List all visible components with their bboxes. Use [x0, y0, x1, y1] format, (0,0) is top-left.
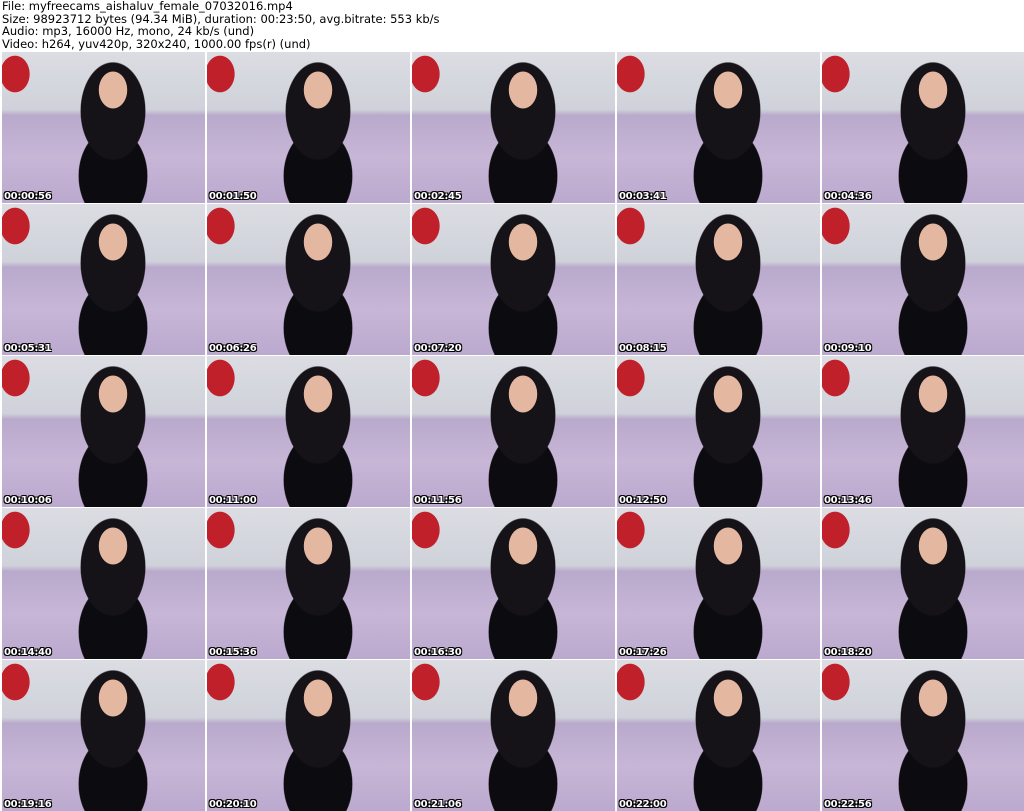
thumbnail-image	[682, 664, 773, 811]
thumbnail-grid: 00:00:56 00:01:50 00:02:45 00:03:41 00:04:36…	[2, 52, 1024, 811]
thumbnail-image	[887, 360, 978, 507]
thumbnail-image	[67, 208, 158, 355]
thumbnail-image	[477, 664, 568, 811]
file-name: File: myfreecams_aishaluv_female_0703201…	[2, 0, 293, 13]
audio-info: Audio: mp3, 16000 Hz, mono, 24 kb/s (und…	[2, 24, 255, 38]
thumbnail-timestamp: 00:22:00	[619, 799, 667, 810]
thumbnail-timestamp: 00:05:31	[4, 343, 52, 354]
thumbnail-image	[682, 208, 773, 355]
thumbnail-timestamp: 00:22:56	[824, 799, 872, 810]
thumbnail-image	[272, 208, 363, 355]
thumbnail-timestamp: 00:03:41	[619, 191, 667, 202]
thumbnail-timestamp: 00:04:36	[824, 191, 872, 202]
thumbnail-image	[67, 512, 158, 659]
thumbnail-image	[477, 360, 568, 507]
thumbnail-image	[682, 360, 773, 507]
thumbnail-timestamp: 00:01:50	[209, 191, 257, 202]
video-thumbnail: 00:07:20	[412, 204, 615, 355]
video-thumbnail: 00:11:00	[207, 356, 410, 507]
thumbnail-timestamp: 00:10:06	[4, 495, 52, 506]
video-thumbnail: 00:10:06	[2, 356, 205, 507]
video-thumbnail: 00:21:06	[412, 660, 615, 811]
thumbnail-image	[887, 56, 978, 203]
thumbnail-image	[272, 360, 363, 507]
video-thumbnail: 00:20:10	[207, 660, 410, 811]
thumbnail-image	[272, 664, 363, 811]
video-thumbnail: 00:12:50	[617, 356, 820, 507]
thumbnail-image	[67, 360, 158, 507]
thumbnail-timestamp: 00:06:26	[209, 343, 257, 354]
thumbnail-image	[887, 664, 978, 811]
video-thumbnail: 00:15:36	[207, 508, 410, 659]
thumbnail-image	[477, 208, 568, 355]
thumbnail-image	[682, 512, 773, 659]
thumbnail-timestamp: 00:19:16	[4, 799, 52, 810]
thumbnail-image	[272, 56, 363, 203]
video-thumbnail: 00:04:36	[822, 52, 1024, 203]
video-thumbnail: 00:08:15	[617, 204, 820, 355]
thumbnail-image	[887, 208, 978, 355]
file-info-header: File: myfreecams_aishaluv_female_0703201…	[2, 0, 440, 50]
video-thumbnail: 00:03:41	[617, 52, 820, 203]
video-thumbnail: 00:22:56	[822, 660, 1024, 811]
thumbnail-timestamp: 00:16:30	[414, 647, 462, 658]
video-thumbnail: 00:02:45	[412, 52, 615, 203]
video-thumbnail: 00:14:40	[2, 508, 205, 659]
video-thumbnail: 00:22:00	[617, 660, 820, 811]
video-thumbnail: 00:06:26	[207, 204, 410, 355]
video-thumbnail: 00:11:56	[412, 356, 615, 507]
thumbnail-timestamp: 00:21:06	[414, 799, 462, 810]
thumbnail-image	[887, 512, 978, 659]
thumbnail-image	[477, 56, 568, 203]
thumbnail-timestamp: 00:00:56	[4, 191, 52, 202]
video-thumbnail: 00:09:10	[822, 204, 1024, 355]
thumbnail-image	[67, 56, 158, 203]
thumbnail-timestamp: 00:09:10	[824, 343, 872, 354]
thumbnail-image	[67, 664, 158, 811]
thumbnail-timestamp: 00:08:15	[619, 343, 667, 354]
thumbnail-timestamp: 00:18:20	[824, 647, 872, 658]
video-thumbnail: 00:16:30	[412, 508, 615, 659]
video-thumbnail: 00:18:20	[822, 508, 1024, 659]
video-info: Video: h264, yuv420p, 320x240, 1000.00 f…	[2, 36, 311, 51]
thumbnail-timestamp: 00:13:46	[824, 495, 872, 506]
thumbnail-image	[477, 512, 568, 659]
video-thumbnail: 00:17:26	[617, 508, 820, 659]
video-thumbnail: 00:00:56	[2, 52, 205, 203]
video-thumbnail: 00:01:50	[207, 52, 410, 203]
video-thumbnail: 00:05:31	[2, 204, 205, 355]
thumbnail-timestamp: 00:14:40	[4, 647, 52, 658]
thumbnail-timestamp: 00:15:36	[209, 647, 257, 658]
video-thumbnail: 00:19:16	[2, 660, 205, 811]
video-thumbnail: 00:13:46	[822, 356, 1024, 507]
thumbnail-image	[272, 512, 363, 659]
thumbnail-timestamp: 00:11:56	[414, 495, 462, 506]
thumbnail-image	[682, 56, 773, 203]
thumbnail-timestamp: 00:07:20	[414, 343, 462, 354]
thumbnail-timestamp: 00:11:00	[209, 495, 257, 506]
thumbnail-timestamp: 00:17:26	[619, 647, 667, 658]
thumbnail-timestamp: 00:20:10	[209, 799, 257, 810]
thumbnail-timestamp: 00:12:50	[619, 495, 667, 506]
thumbnail-timestamp: 00:02:45	[414, 191, 462, 202]
